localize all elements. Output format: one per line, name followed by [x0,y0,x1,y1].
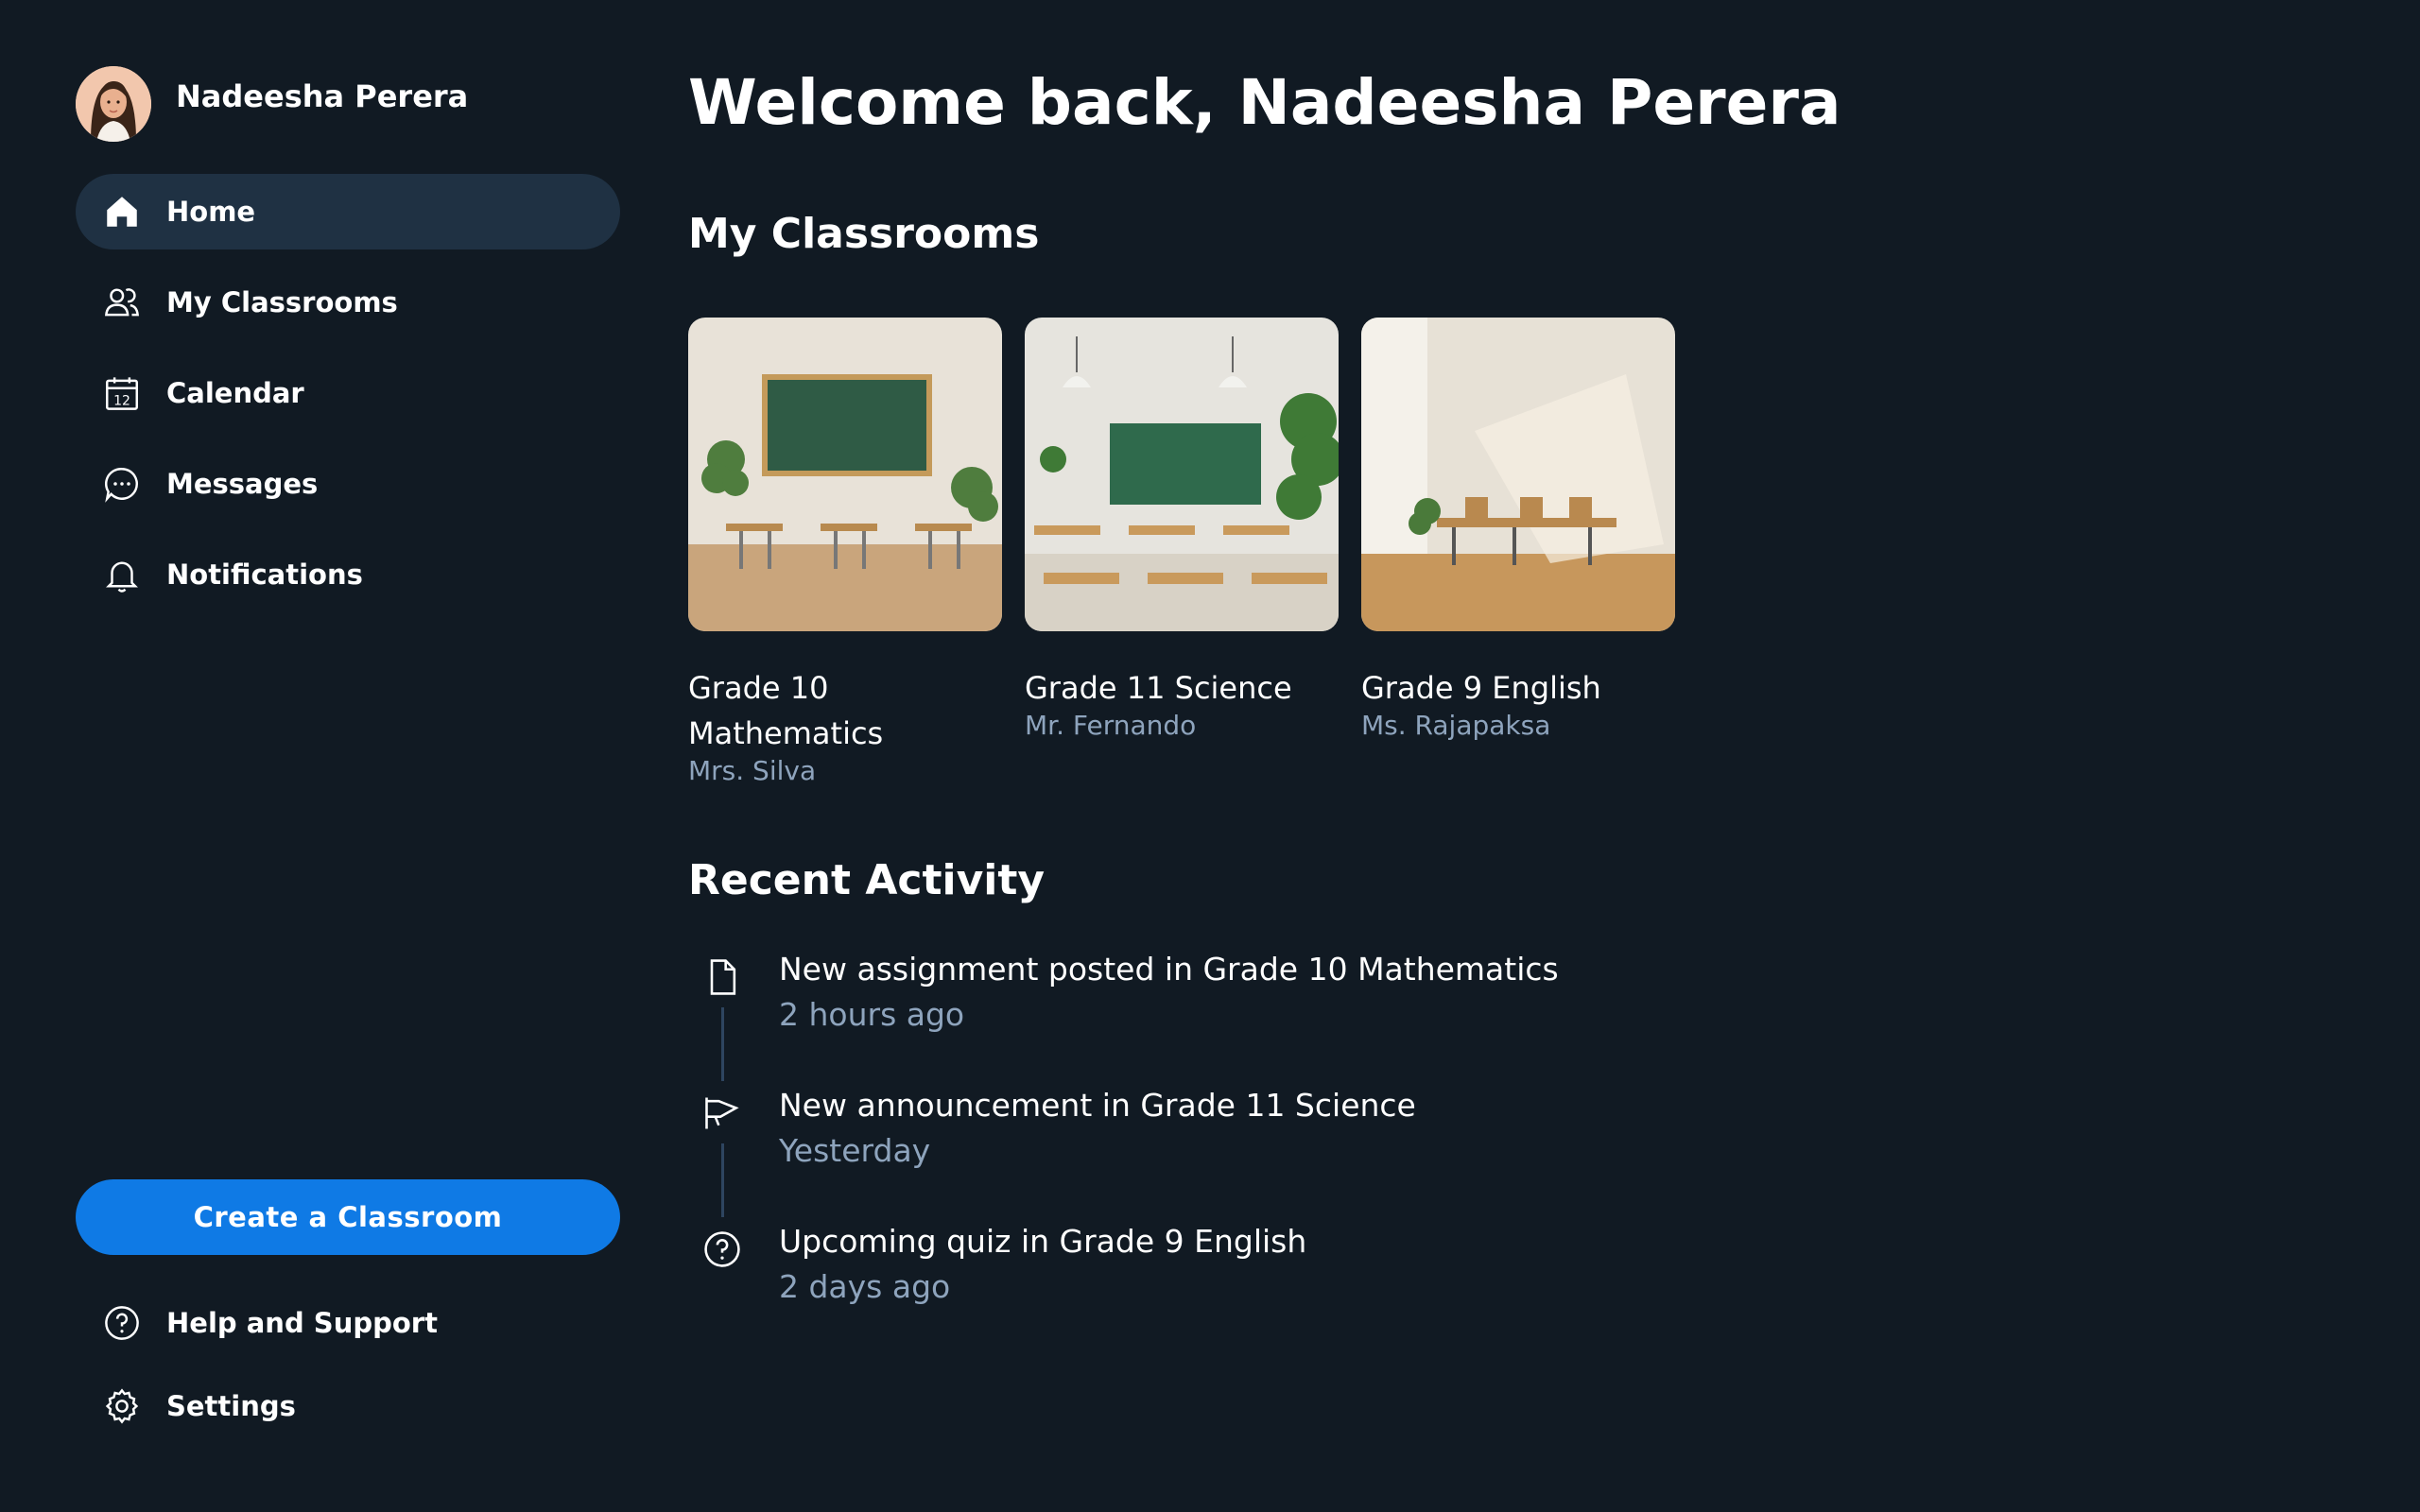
activity-feed: New assignment posted in Grade 10 Mathem… [688,945,1823,1353]
user-name: Nadeesha Perera [176,78,469,114]
sidebar: Nadeesha Perera Home My Classrooms 12 Ca… [0,0,662,1512]
classrooms-heading: My Classrooms [688,210,1040,258]
classroom-cards: Grade 10 Mathematics Mrs. Silva Grade 11… [688,318,1698,788]
classroom-image [1361,318,1675,631]
classroom-title: Grade 11 Science [1025,670,1292,706]
activity-item[interactable]: New announcement in Grade 11 Science Yes… [688,1081,1823,1217]
avatar[interactable] [76,66,151,142]
classroom-card[interactable]: Grade 11 Science Mr. Fernando [1025,318,1339,788]
page-title: Welcome back, Nadeesha Perera [688,66,1841,139]
activity-heading: Recent Activity [688,856,1046,904]
activity-text: Upcoming quiz in Grade 9 English [779,1223,1307,1260]
classroom-teacher: Mr. Fernando [1025,710,1197,741]
nav-label: Calendar [166,377,304,409]
nav-label: Home [166,196,256,228]
users-icon [100,281,144,324]
gear-icon [100,1384,144,1428]
nav-item-settings[interactable]: Settings [76,1368,620,1444]
classroom-image [688,318,1002,631]
create-classroom-button[interactable]: Create a Classroom [76,1179,620,1255]
activity-time: Yesterday [779,1132,931,1169]
classroom-title: Grade 9 English [1361,670,1601,706]
timeline-connector [721,1143,724,1217]
nav-item-messages[interactable]: Messages [76,446,620,522]
classroom-teacher: Mrs. Silva [688,755,817,786]
bell-icon [100,553,144,596]
help-icon [100,1301,144,1345]
nav-item-help[interactable]: Help and Support [76,1285,620,1361]
nav-label: My Classrooms [166,286,398,318]
nav-label: Messages [166,468,319,500]
classroom-teacher: Ms. Rajapaksa [1361,710,1551,741]
nav-label: Help and Support [166,1307,438,1339]
classroom-card[interactable]: Grade 10 Mathematics Mrs. Silva [688,318,1002,788]
activity-item[interactable]: Upcoming quiz in Grade 9 English 2 days … [688,1217,1823,1353]
classroom-image [1025,318,1339,631]
activity-text: New announcement in Grade 11 Science [779,1087,1416,1124]
bottom-nav: Help and Support Settings [76,1285,620,1452]
activity-time: 2 days ago [779,1268,951,1305]
question-icon [701,1228,743,1270]
user-profile[interactable]: Nadeesha Perera [76,66,468,142]
nav-item-home[interactable]: Home [76,174,620,249]
classroom-title: Grade 10 Mathematics [688,670,884,751]
app-root: Nadeesha Perera Home My Classrooms 12 Ca… [0,0,2420,1512]
activity-item[interactable]: New assignment posted in Grade 10 Mathem… [688,945,1823,1081]
home-icon [100,190,144,233]
main-nav: Home My Classrooms 12 Calendar Messages … [76,174,620,627]
timeline-connector [721,1007,724,1081]
activity-time: 2 hours ago [779,996,965,1033]
classroom-card[interactable]: Grade 9 English Ms. Rajapaksa [1361,318,1675,788]
activity-text: New assignment posted in Grade 10 Mathem… [779,951,1559,988]
megaphone-icon [701,1092,743,1134]
calendar-icon: 12 [100,371,144,415]
document-icon [701,956,743,998]
nav-label: Settings [166,1390,296,1422]
nav-item-calendar[interactable]: 12 Calendar [76,355,620,431]
nav-label: Notifications [166,558,363,591]
svg-text:12: 12 [113,393,130,408]
chat-icon [100,462,144,506]
nav-item-my-classrooms[interactable]: My Classrooms [76,265,620,340]
nav-item-notifications[interactable]: Notifications [76,537,620,612]
